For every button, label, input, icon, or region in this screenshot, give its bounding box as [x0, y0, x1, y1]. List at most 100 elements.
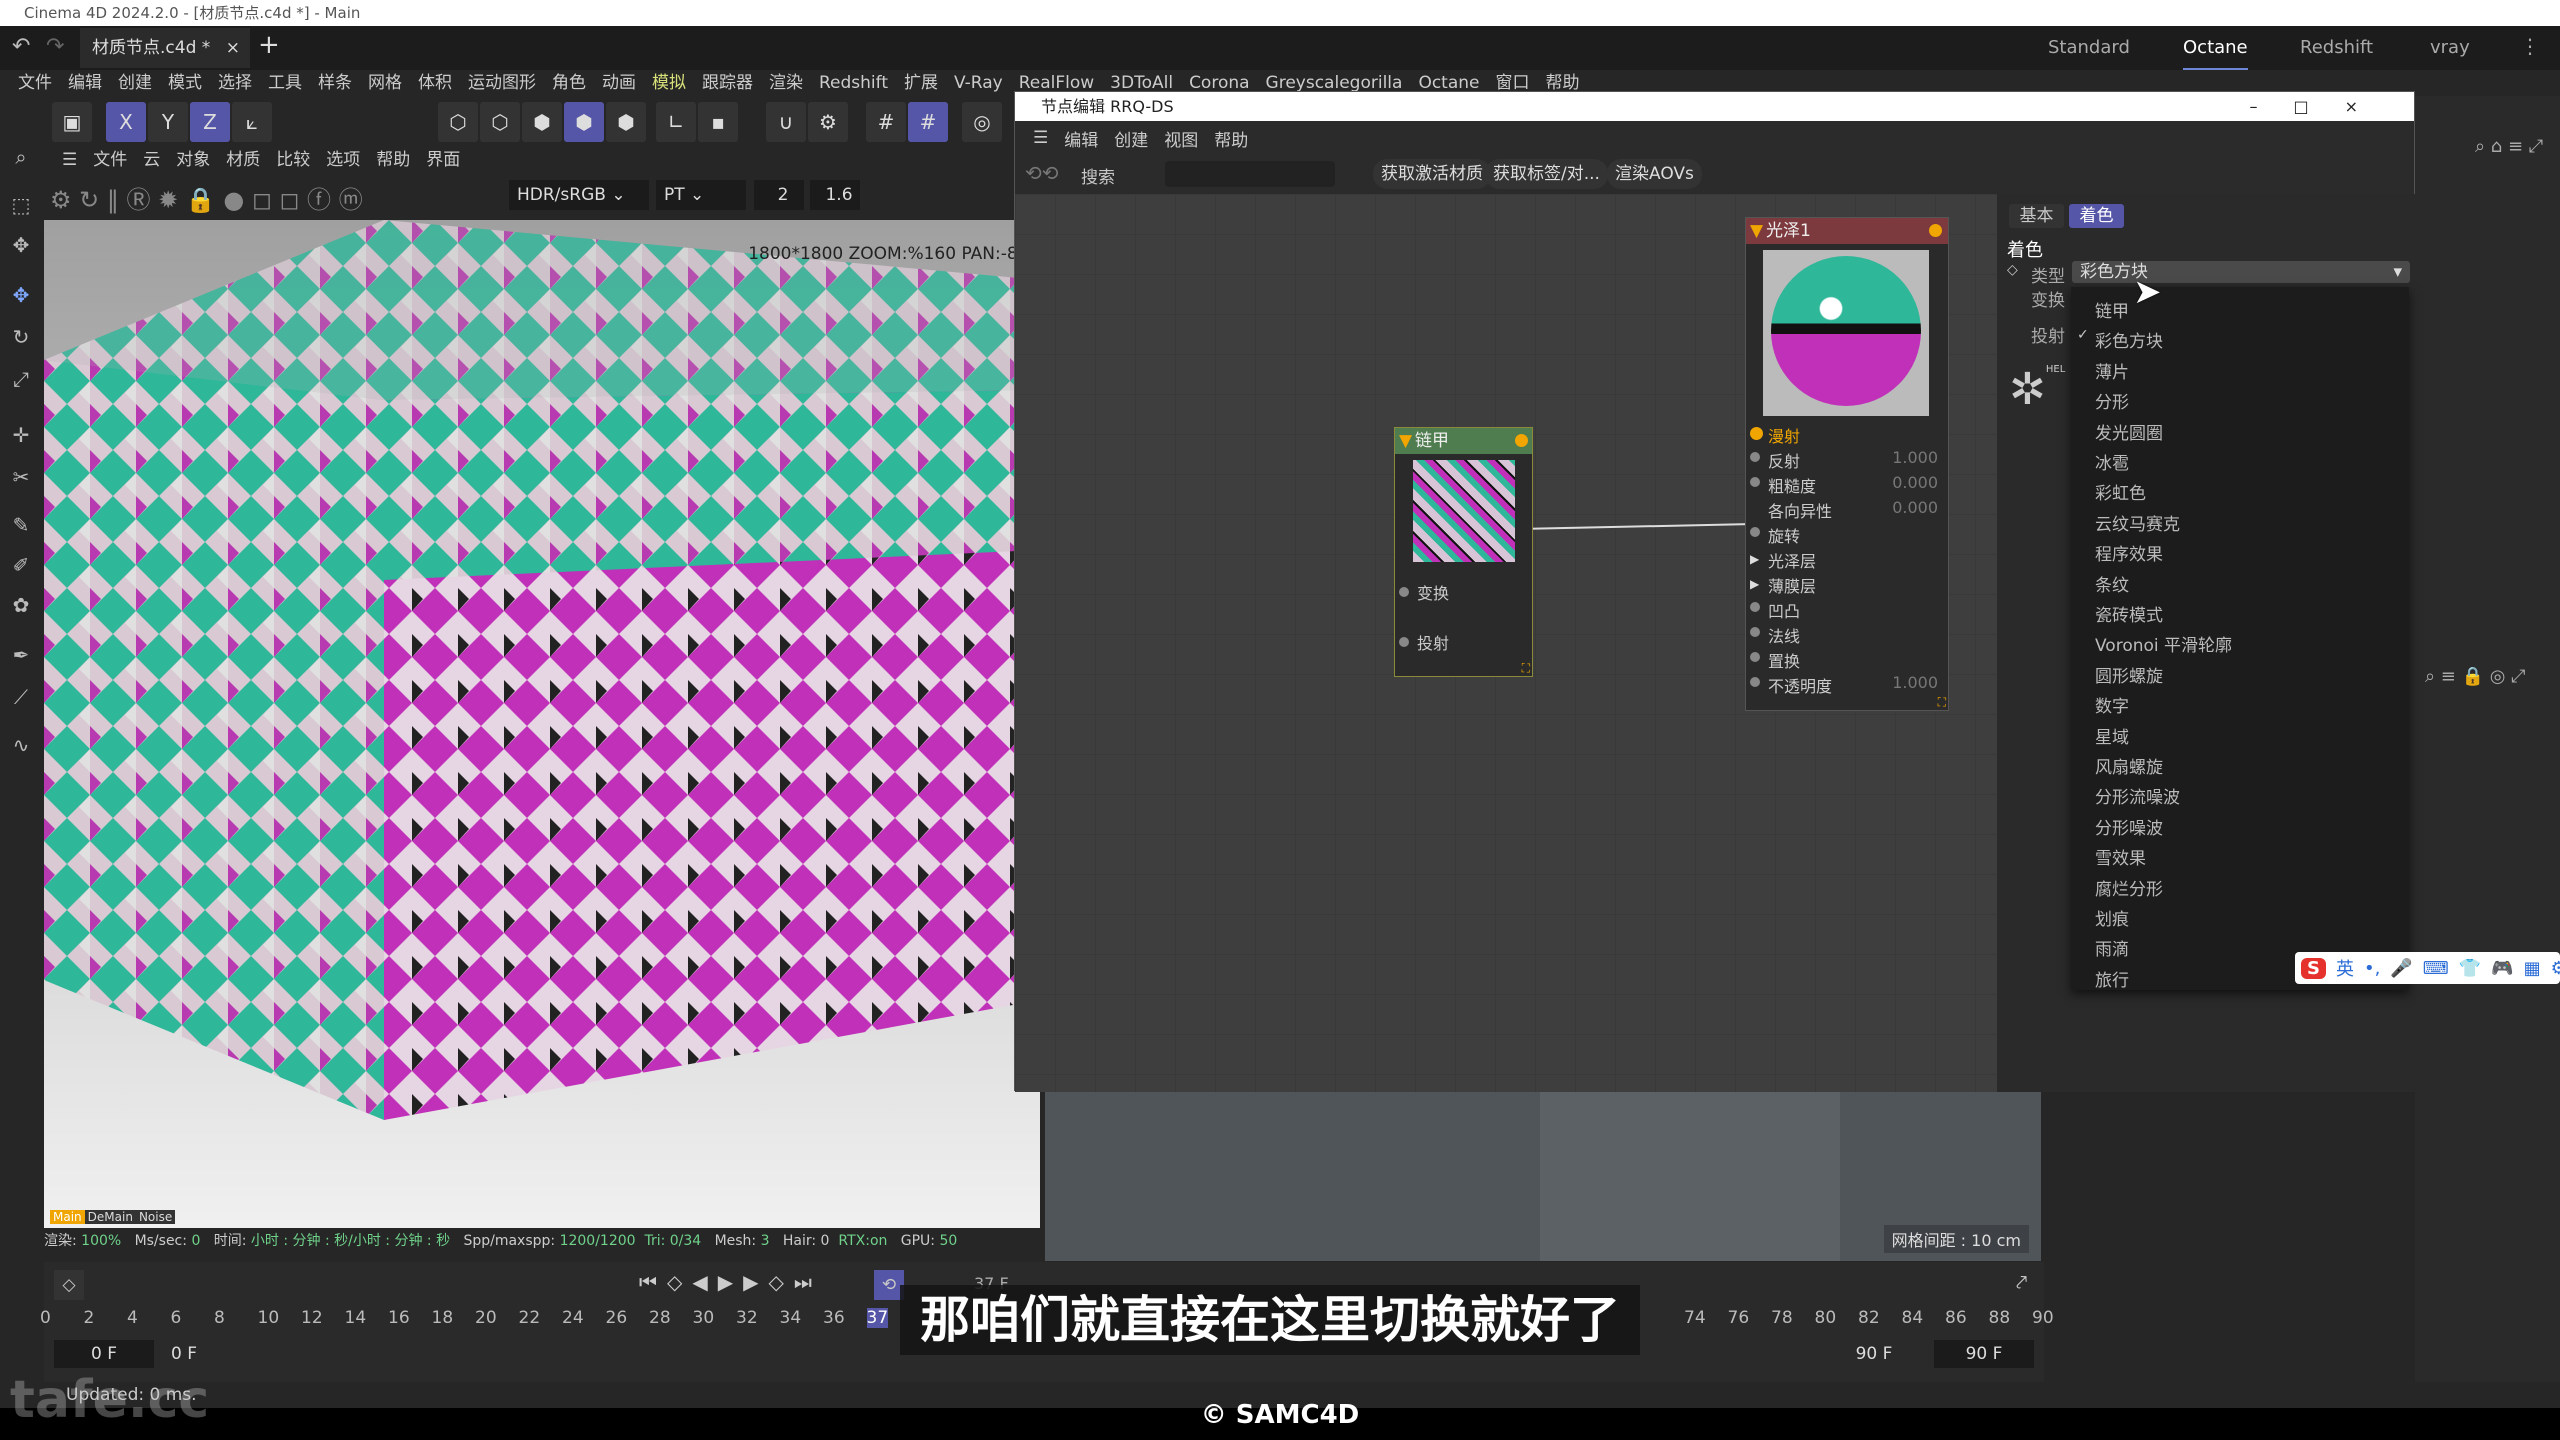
- tab-basic[interactable]: 基本: [2009, 204, 2064, 228]
- input-port[interactable]: [1399, 637, 1409, 647]
- keyframe-icon[interactable]: ◇: [54, 1270, 84, 1300]
- input-port[interactable]: [1750, 627, 1760, 637]
- menu-item[interactable]: 角色: [544, 70, 594, 96]
- dropdown-item[interactable]: 彩虹色: [2095, 479, 2146, 504]
- pass-noise[interactable]: Noise: [135, 1210, 176, 1224]
- lower-viewport[interactable]: 网格间距 : 10 cm: [1045, 1091, 2041, 1261]
- output-port[interactable]: [1929, 224, 1942, 237]
- refresh-icon[interactable]: ⟲⟲: [1025, 161, 1059, 185]
- keyboard-icon[interactable]: ⌨: [2423, 958, 2449, 979]
- value2-input[interactable]: 1.6: [810, 180, 860, 210]
- menu-item[interactable]: 渲染: [761, 70, 811, 96]
- search-icon[interactable]: ⌕: [6, 142, 36, 172]
- search-icon[interactable]: ⌕ ⌂ ≡ ⤢: [2475, 136, 2543, 157]
- sculpt-icon[interactable]: ✿: [6, 590, 36, 620]
- keyframe-icon[interactable]: ◇: [2007, 262, 2018, 278]
- x-axis-toggle[interactable]: X: [106, 102, 146, 142]
- type-dropdown-menu[interactable]: 链甲 ✓ 彩色方块 薄片 分形 发光圆圈 冰雹 彩虹色 云纹马赛克 程序效果 条纹 瓷砖模式 Voron…: [2071, 287, 2409, 991]
- expand-icon[interactable]: ▶: [1750, 552, 1759, 566]
- dropdown-item[interactable]: 条纹: [2095, 571, 2129, 596]
- type-select[interactable]: 彩色方块 ▾: [2072, 261, 2410, 283]
- texture-mode-icon[interactable]: ⬢: [606, 102, 646, 142]
- menu-item[interactable]: 创建: [110, 70, 160, 96]
- start-frame-2[interactable]: 0 F: [164, 1340, 204, 1368]
- skin-icon[interactable]: 👕: [2459, 958, 2481, 979]
- curve-icon[interactable]: ⤤: [2016, 1270, 2027, 1294]
- rotate-icon[interactable]: ↻: [6, 322, 36, 352]
- resize-icon[interactable]: ⛶: [1938, 695, 1946, 710]
- resize-icon[interactable]: ⛶: [1522, 661, 1530, 676]
- points-mode-icon[interactable]: ⬡: [438, 102, 478, 142]
- axis-mode-icon[interactable]: ∟: [656, 102, 696, 142]
- dropdown-item[interactable]: 旅行: [2095, 966, 2129, 991]
- model-mode-icon[interactable]: ⬢: [564, 102, 604, 142]
- end-frame[interactable]: 90 F: [1934, 1340, 2034, 1368]
- node-editor-menu-item[interactable]: 编辑: [1056, 126, 1106, 151]
- ime-toolbar[interactable]: S 英 •, 🎤 ⌨ 👕 🎮 ▦ ⚙: [2295, 952, 2560, 984]
- gear-icon[interactable]: ⚙: [808, 102, 848, 142]
- viewport-menu-item[interactable]: 界面: [418, 148, 468, 172]
- workspace-octane[interactable]: Octane: [2183, 26, 2248, 70]
- search-input[interactable]: [1165, 161, 1335, 187]
- select-icon[interactable]: ⬚: [6, 190, 36, 220]
- lock-icon[interactable]: ⌕ ≡ 🔒 ◎ ⤢: [2425, 666, 2526, 687]
- pen-icon[interactable]: ✒: [6, 640, 36, 670]
- menu-item[interactable]: 编辑: [60, 70, 110, 96]
- viewport-menu-item[interactable]: 云: [135, 148, 168, 172]
- redo-icon[interactable]: ↷: [46, 34, 64, 59]
- ime-language[interactable]: 英: [2336, 955, 2354, 981]
- hamburger-icon[interactable]: ☰: [1025, 128, 1056, 148]
- dropdown-item[interactable]: 腐烂分形: [2095, 875, 2163, 900]
- workspace-vray[interactable]: vray: [2430, 26, 2470, 70]
- playback-controls[interactable]: ⏮◇◀▶▶◇⏭: [639, 1270, 822, 1294]
- polygons-mode-icon[interactable]: ⬢: [522, 102, 562, 142]
- menu-item[interactable]: 文件: [10, 70, 60, 96]
- settings-icon[interactable]: ⚙ ↻ ‖ Ⓡ ✹ 🔒 ● ◻ ◻ ⓕ ⓜ: [50, 180, 363, 215]
- measure-icon[interactable]: ⟋: [6, 682, 36, 712]
- coordinate-icon[interactable]: ⟀: [232, 102, 272, 142]
- menu-item[interactable]: 样条: [310, 70, 360, 96]
- dropdown-item[interactable]: 薄片: [2095, 358, 2129, 383]
- render-icon[interactable]: ◎: [962, 102, 1002, 142]
- move-icon[interactable]: ✥: [6, 280, 36, 310]
- hair-icon[interactable]: ∿: [6, 730, 36, 760]
- viewport-menu-item[interactable]: 对象: [168, 148, 218, 172]
- input-port[interactable]: [1750, 527, 1760, 537]
- dropdown-item[interactable]: 分形噪波: [2095, 814, 2163, 839]
- input-port[interactable]: [1750, 427, 1763, 440]
- workspace-redshift[interactable]: Redshift: [2300, 26, 2373, 70]
- menu-item[interactable]: 运动图形: [460, 70, 544, 96]
- menu-item[interactable]: 扩展: [896, 70, 946, 96]
- dropdown-item[interactable]: 程序效果: [2095, 540, 2163, 565]
- viewport-menu-item[interactable]: 帮助: [368, 148, 418, 172]
- input-port[interactable]: [1750, 477, 1760, 487]
- knife-icon[interactable]: ✂: [6, 462, 36, 492]
- node-glossy[interactable]: ▼ 光泽1 漫射 反射 1.000 粗糙度 0.000 各向异性 0.000 旋转 ▶ 光泽层 ▶ 薄膜…: [1745, 217, 1949, 711]
- grid-icon[interactable]: #: [866, 102, 906, 142]
- input-port[interactable]: [1750, 652, 1760, 662]
- edges-mode-icon[interactable]: ⬡: [480, 102, 520, 142]
- node-editor-menu-item[interactable]: 创建: [1106, 126, 1156, 151]
- collapse-icon[interactable]: ▼: [1399, 428, 1412, 454]
- get-active-material-button[interactable]: 获取激活材质: [1373, 159, 1491, 189]
- node-input-value[interactable]: 1.000: [1892, 673, 1938, 692]
- hamburger-icon[interactable]: ☰: [54, 148, 85, 172]
- undo-icon[interactable]: ↶: [12, 34, 30, 59]
- collapse-icon[interactable]: ▼: [1750, 218, 1763, 244]
- end-frame-2[interactable]: 90 F: [1844, 1340, 1904, 1368]
- menu-item[interactable]: Redshift: [811, 70, 896, 96]
- menu-item[interactable]: V-Ray: [946, 70, 1011, 96]
- dropdown-item[interactable]: 瓷砖模式: [2095, 601, 2163, 626]
- input-port[interactable]: [1750, 452, 1760, 462]
- close-icon[interactable]: ×: [226, 28, 240, 68]
- live-select-icon[interactable]: ✥: [6, 230, 36, 260]
- menu-item[interactable]: 工具: [260, 70, 310, 96]
- node-input-value[interactable]: 0.000: [1892, 498, 1938, 517]
- pass-main[interactable]: Main: [50, 1210, 85, 1224]
- game-icon[interactable]: 🎮: [2491, 958, 2513, 979]
- y-axis-toggle[interactable]: Y: [148, 102, 188, 142]
- kernel-select[interactable]: PT ⌄: [656, 180, 746, 210]
- workspace-standard[interactable]: Standard: [2048, 26, 2130, 70]
- file-tab[interactable]: 材质节点.c4d * ×: [80, 28, 250, 68]
- viewport-menu-item[interactable]: 材质: [218, 148, 268, 172]
